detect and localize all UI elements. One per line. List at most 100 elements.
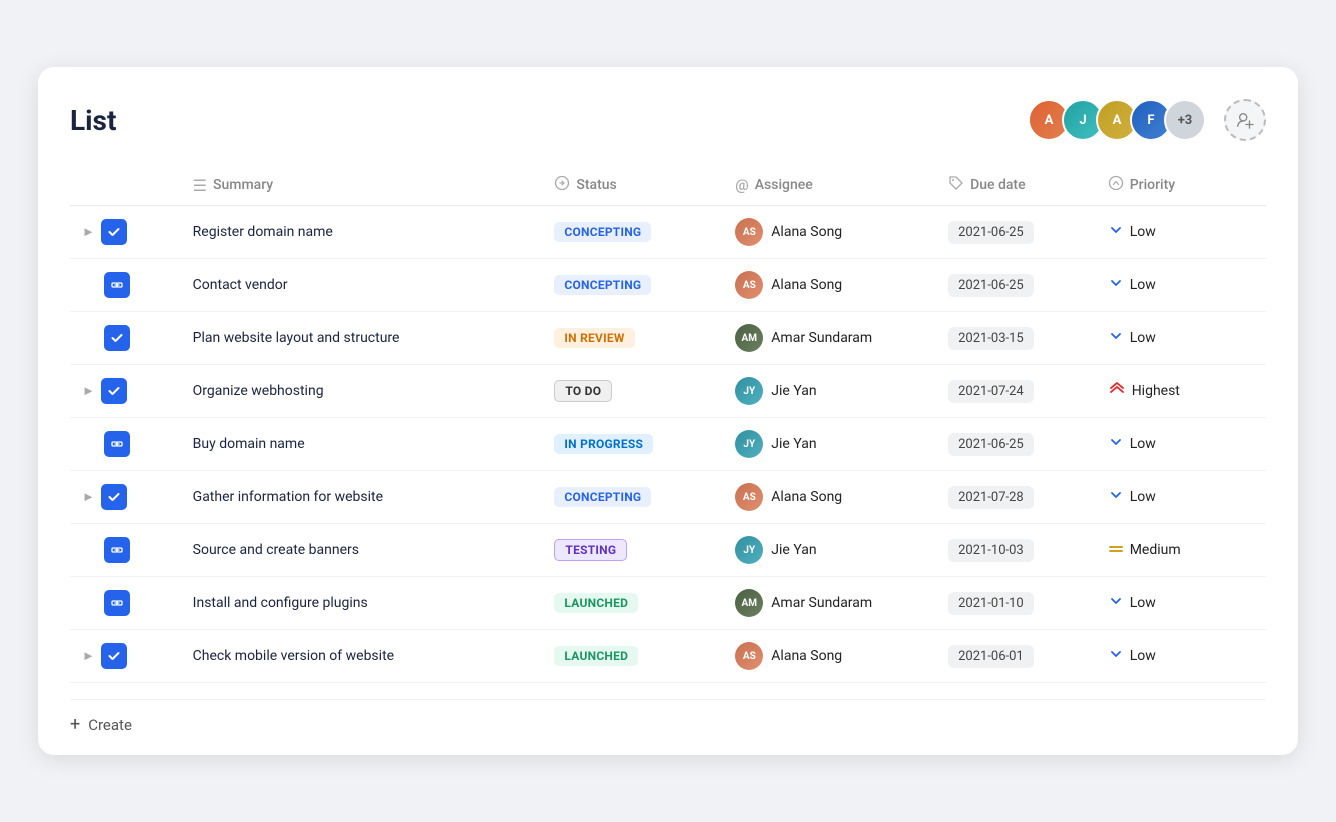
table-row[interactable]: Buy domain name IN PROGRESS JY Jie Yan 2… bbox=[70, 418, 1266, 471]
circle-up-icon bbox=[1108, 175, 1124, 195]
col-assignee-label: Assignee bbox=[755, 177, 813, 193]
assignee-cell: AS Alana Song bbox=[723, 471, 936, 524]
chevron-icon[interactable]: ► bbox=[82, 648, 95, 664]
assignee-name: Alana Song bbox=[771, 277, 842, 293]
summary-cell: Check mobile version of website bbox=[181, 630, 543, 683]
assignee-avatar: AM bbox=[735, 589, 763, 617]
due-date-pill: 2021-03-15 bbox=[948, 327, 1034, 350]
assignee-name: Jie Yan bbox=[771, 542, 816, 558]
priority-icon-medium bbox=[1108, 542, 1124, 558]
table-header-row: ☰ Summary Status bbox=[70, 165, 1266, 206]
summary-cell: Organize webhosting bbox=[181, 365, 543, 418]
assignee-name: Amar Sundaram bbox=[771, 595, 872, 611]
assignee-name: Alana Song bbox=[771, 224, 842, 240]
col-controls bbox=[70, 165, 181, 206]
row-controls-cell: ► bbox=[70, 365, 181, 418]
at-icon: @ bbox=[735, 176, 748, 194]
col-due-date-label: Due date bbox=[970, 177, 1026, 193]
priority-icon-low bbox=[1108, 487, 1124, 507]
priority-label: Low bbox=[1130, 595, 1156, 611]
task-icon-check bbox=[101, 643, 127, 669]
priority-label: Low bbox=[1130, 224, 1156, 240]
summary-text: Source and create banners bbox=[193, 542, 359, 558]
main-card: List AJAF+3 ☰ Sum bbox=[38, 67, 1298, 755]
task-icon-link bbox=[104, 537, 130, 563]
assignee-name: Alana Song bbox=[771, 648, 842, 664]
row-controls-cell: ► bbox=[70, 471, 181, 524]
task-icon-link bbox=[104, 590, 130, 616]
assignee-cell: AS Alana Song bbox=[723, 630, 936, 683]
due-date-cell: 2021-06-25 bbox=[936, 259, 1096, 312]
col-summary: ☰ Summary bbox=[181, 165, 543, 206]
summary-text: Check mobile version of website bbox=[193, 648, 394, 664]
table-row[interactable]: ► Gather information for website CONCEPT… bbox=[70, 471, 1266, 524]
row-controls-cell bbox=[70, 524, 181, 577]
task-icon-link bbox=[104, 431, 130, 457]
table-row[interactable]: ► Register domain name CONCEPTING AS Ala… bbox=[70, 206, 1266, 259]
status-badge[interactable]: TO DO bbox=[554, 380, 612, 402]
table-row[interactable]: ► Check mobile version of website LAUNCH… bbox=[70, 630, 1266, 683]
task-icon-check bbox=[104, 325, 130, 351]
status-cell[interactable]: CONCEPTING bbox=[542, 259, 723, 312]
due-date-cell: 2021-10-03 bbox=[936, 524, 1096, 577]
status-cell[interactable]: IN PROGRESS bbox=[542, 418, 723, 471]
status-cell[interactable]: CONCEPTING bbox=[542, 206, 723, 259]
status-badge[interactable]: CONCEPTING bbox=[554, 222, 651, 242]
create-plus-icon: + bbox=[70, 714, 80, 735]
create-row[interactable]: + Create bbox=[70, 699, 1266, 735]
summary-cell: Buy domain name bbox=[181, 418, 543, 471]
row-controls-cell: ► bbox=[70, 630, 181, 683]
status-cell[interactable]: TO DO bbox=[542, 365, 723, 418]
list-icon: ☰ bbox=[193, 176, 207, 195]
table-row[interactable]: Contact vendor CONCEPTING AS Alana Song … bbox=[70, 259, 1266, 312]
priority-label: Low bbox=[1130, 436, 1156, 452]
chevron-icon[interactable]: ► bbox=[82, 383, 95, 399]
priority-cell: Low bbox=[1096, 206, 1266, 259]
priority-cell: Low bbox=[1096, 630, 1266, 683]
status-badge[interactable]: IN PROGRESS bbox=[554, 434, 653, 454]
add-person-button[interactable] bbox=[1224, 99, 1266, 141]
chevron-icon[interactable]: ► bbox=[82, 489, 95, 505]
chevron-icon[interactable]: ► bbox=[82, 224, 95, 240]
priority-icon-low bbox=[1108, 434, 1124, 454]
table-row[interactable]: Plan website layout and structure IN REV… bbox=[70, 312, 1266, 365]
priority-cell: Low bbox=[1096, 312, 1266, 365]
status-cell[interactable]: TESTING bbox=[542, 524, 723, 577]
due-date-pill: 2021-01-10 bbox=[948, 592, 1034, 615]
summary-cell: Plan website layout and structure bbox=[181, 312, 543, 365]
create-label: Create bbox=[88, 716, 132, 734]
priority-cell: Low bbox=[1096, 471, 1266, 524]
assignee-cell: JY Jie Yan bbox=[723, 365, 936, 418]
summary-cell: Gather information for website bbox=[181, 471, 543, 524]
status-badge[interactable]: CONCEPTING bbox=[554, 275, 651, 295]
status-badge[interactable]: IN REVIEW bbox=[554, 328, 634, 348]
table-row[interactable]: Install and configure plugins LAUNCHED A… bbox=[70, 577, 1266, 630]
assignee-avatar: JY bbox=[735, 430, 763, 458]
due-date-pill: 2021-06-01 bbox=[948, 645, 1034, 668]
assignee-avatar: AS bbox=[735, 218, 763, 246]
header-right: AJAF+3 bbox=[1028, 99, 1266, 141]
due-date-cell: 2021-07-28 bbox=[936, 471, 1096, 524]
status-badge[interactable]: LAUNCHED bbox=[554, 646, 638, 666]
status-cell[interactable]: CONCEPTING bbox=[542, 471, 723, 524]
priority-icon-low bbox=[1108, 275, 1124, 295]
assignee-cell: AM Amar Sundaram bbox=[723, 312, 936, 365]
avatar-circle: +3 bbox=[1164, 99, 1206, 141]
status-cell[interactable]: LAUNCHED bbox=[542, 577, 723, 630]
status-cell[interactable]: IN REVIEW bbox=[542, 312, 723, 365]
table-row[interactable]: ► Organize webhosting TO DO JY Jie Yan bbox=[70, 365, 1266, 418]
due-date-pill: 2021-06-25 bbox=[948, 433, 1034, 456]
col-due-date: Due date bbox=[936, 165, 1096, 206]
priority-icon-highest bbox=[1108, 381, 1126, 401]
summary-cell: Contact vendor bbox=[181, 259, 543, 312]
due-date-pill: 2021-06-25 bbox=[948, 274, 1034, 297]
assignee-name: Alana Song bbox=[771, 489, 842, 505]
assignee-cell: AM Amar Sundaram bbox=[723, 577, 936, 630]
due-date-cell: 2021-06-25 bbox=[936, 418, 1096, 471]
status-badge[interactable]: LAUNCHED bbox=[554, 593, 638, 613]
status-badge[interactable]: CONCEPTING bbox=[554, 487, 651, 507]
table-row[interactable]: Source and create banners TESTING JY Jie… bbox=[70, 524, 1266, 577]
status-badge[interactable]: TESTING bbox=[554, 539, 627, 561]
status-cell[interactable]: LAUNCHED bbox=[542, 630, 723, 683]
summary-text: Plan website layout and structure bbox=[193, 330, 400, 346]
